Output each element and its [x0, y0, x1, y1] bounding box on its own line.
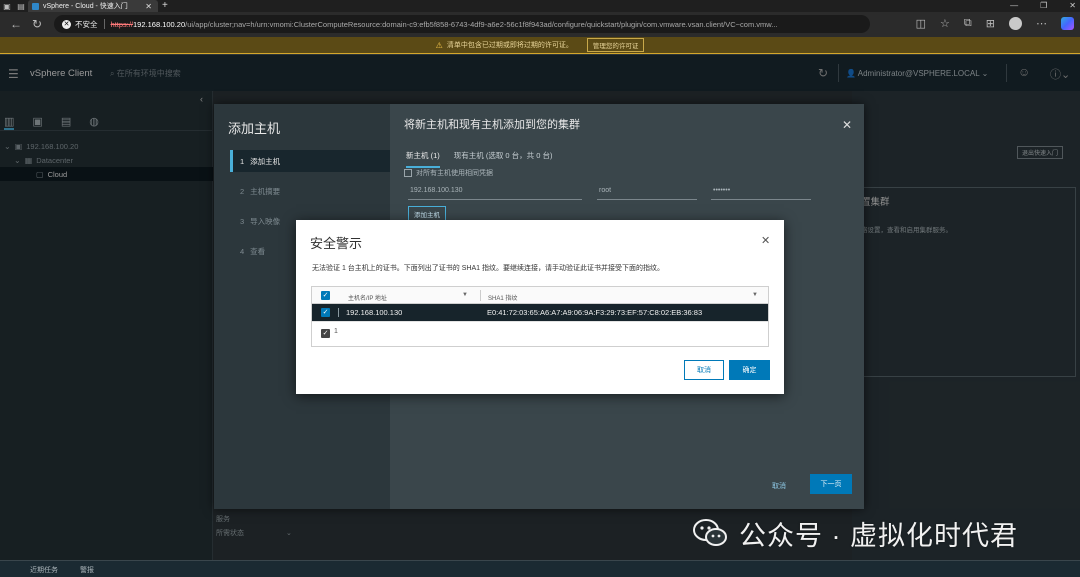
- step-label: 查看: [250, 246, 266, 256]
- maximize-icon[interactable]: ❐: [1040, 0, 1047, 12]
- alert-message: 无法验证 1 台主机上的证书。下面列出了证书的 SHA1 指纹。要继续连接，请手…: [312, 265, 664, 272]
- profile-avatar[interactable]: [1009, 17, 1022, 30]
- wizard-footer: 取消 下一页: [390, 474, 864, 498]
- tab-actions-icon[interactable]: ▣: [0, 0, 14, 12]
- tab-existing-hosts[interactable]: 现有主机 (选取 0 台，共 0 台): [454, 150, 553, 168]
- wizard-title: 添加主机: [228, 121, 281, 136]
- wizard-cancel-button[interactable]: 取消: [772, 481, 786, 491]
- step-number: 3: [240, 216, 245, 226]
- column-divider: [480, 290, 481, 301]
- back-icon[interactable]: ←: [10, 17, 22, 31]
- username-field[interactable]: root: [597, 187, 697, 200]
- browser-actions: ◫ ☆ ⧉ ⊞ ⋯: [916, 17, 1074, 30]
- recent-tasks-tab[interactable]: 近期任务: [30, 565, 58, 575]
- step-number: 4: [240, 246, 245, 256]
- table-row[interactable]: ✓ 192.168.100.130 E0:41:72:03:65:A6:A7:A…: [312, 304, 768, 321]
- filter-icon[interactable]: ▼: [462, 292, 468, 298]
- checkbox-label: 对所有主机使用相同凭据: [416, 170, 493, 177]
- wizard-step-2[interactable]: 2 主机摘要: [230, 180, 390, 202]
- reload-icon[interactable]: ↻: [32, 17, 42, 31]
- checkbox-icon: [404, 169, 412, 177]
- security-alert-dialog: 安全警示 ✕ 无法验证 1 台主机上的证书。下面列出了证书的 SHA1 指纹。要…: [296, 220, 784, 394]
- same-credentials-checkbox[interactable]: 对所有主机使用相同凭据: [404, 168, 493, 178]
- close-icon[interactable]: ✕: [761, 234, 770, 247]
- host-tabs: 新主机 (1) 现有主机 (选取 0 台，共 0 台): [406, 150, 553, 168]
- step-label: 添加主机: [250, 156, 281, 166]
- browser-tab[interactable]: vSphere - Cloud - 快速入门 ✕: [28, 0, 158, 12]
- collections-icon[interactable]: ⧉: [964, 17, 972, 30]
- more-menu-icon[interactable]: ⋯: [1036, 17, 1047, 30]
- watermark-text: 公众号 · 虚拟化时代君: [739, 520, 1018, 551]
- step-label: 主机摘要: [250, 186, 281, 196]
- wechat-watermark: 公众号 · 虚拟化时代君: [693, 514, 1018, 552]
- vsphere-favicon-icon: [32, 2, 39, 10]
- tab-new-hosts[interactable]: 新主机 (1): [406, 150, 440, 168]
- tab-collection-icon[interactable]: ▤: [14, 0, 28, 12]
- warning-triangle-icon: ⚠: [435, 40, 443, 50]
- wizard-page-title: 将新主机和现有主机添加到您的集群: [404, 119, 580, 131]
- cell-host: 192.168.100.130: [346, 308, 403, 317]
- close-tab-icon[interactable]: ✕: [145, 2, 152, 11]
- filter-icon[interactable]: ▼: [752, 292, 758, 298]
- license-warning-banner: ⚠ 清单中包含已过期或即将过期的许可证。 管理您的许可证: [0, 37, 1080, 54]
- wechat-icon: [693, 519, 727, 546]
- address-bar[interactable]: ✕ 不安全 https:// 192.168.100.20 /ui/app/cl…: [54, 15, 870, 33]
- alert-ok-button[interactable]: 确定: [729, 360, 770, 380]
- manage-licenses-button[interactable]: 管理您的许可证: [586, 38, 645, 52]
- close-window-icon[interactable]: ✕: [1069, 0, 1076, 12]
- column-header-host: 主机名/IP 地址: [348, 296, 387, 302]
- extensions-icon[interactable]: ⊞: [986, 17, 995, 30]
- minimize-icon[interactable]: —: [1010, 0, 1018, 12]
- cell-sha1: E0:41:72:03:65:A6:A7:A9:06:9A:F3:29:73:E…: [487, 308, 703, 317]
- certificate-grid: ✓ 主机名/IP 地址 ▼ SHA1 指纹 ▼ ✓ 192.168.100.13…: [311, 286, 769, 347]
- wizard-step-1[interactable]: 1 添加主机: [230, 150, 390, 172]
- wizard-next-button[interactable]: 下一页: [810, 474, 852, 494]
- window-controls: — ❐ ✕: [1010, 0, 1076, 12]
- grid-footer: ✓ 1: [312, 321, 768, 346]
- alert-cancel-button[interactable]: 取消: [684, 360, 724, 380]
- password-field[interactable]: •••••••: [711, 187, 811, 200]
- alert-title: 安全警示: [310, 236, 363, 251]
- row-checkbox[interactable]: ✓: [321, 308, 330, 317]
- step-number: 1: [240, 156, 245, 166]
- new-tab-icon[interactable]: +: [162, 0, 168, 12]
- insecure-label[interactable]: 不安全: [75, 19, 98, 30]
- close-icon[interactable]: ✕: [842, 118, 852, 132]
- alarms-tab[interactable]: 警报: [80, 565, 94, 575]
- tab-title: vSphere - Cloud - 快速入门: [43, 3, 128, 10]
- step-label: 导入映像: [250, 216, 281, 226]
- banner-text: 清单中包含已过期或即将过期的许可证。: [446, 42, 573, 49]
- split-screen-icon[interactable]: ◫: [916, 17, 926, 30]
- url-scheme: https://: [110, 19, 134, 29]
- divider: [103, 19, 105, 29]
- url-path: /ui/app/cluster;nav=h/urn:vmomi:ClusterC…: [185, 19, 778, 29]
- copilot-icon[interactable]: [1061, 17, 1074, 30]
- host-ip-field[interactable]: 192.168.100.130: [408, 187, 582, 200]
- selection-count-checkbox[interactable]: ✓: [321, 329, 330, 338]
- column-divider: [338, 308, 339, 317]
- url-host: 192.168.100.20: [133, 19, 186, 29]
- status-bar: 近期任务 警报: [0, 560, 1080, 577]
- favorites-star-icon[interactable]: ☆: [940, 17, 950, 30]
- grid-header: ✓ 主机名/IP 地址 ▼ SHA1 指纹 ▼: [312, 287, 768, 304]
- warning-icon: ✕: [62, 19, 71, 29]
- step-number: 2: [240, 186, 245, 196]
- browser-toolbar: ← ↻ ✕ 不安全 https:// 192.168.100.20 /ui/ap…: [0, 12, 1080, 37]
- column-header-sha1: SHA1 指纹: [488, 296, 518, 302]
- selection-count: 1: [334, 328, 338, 335]
- select-all-checkbox[interactable]: ✓: [321, 291, 330, 300]
